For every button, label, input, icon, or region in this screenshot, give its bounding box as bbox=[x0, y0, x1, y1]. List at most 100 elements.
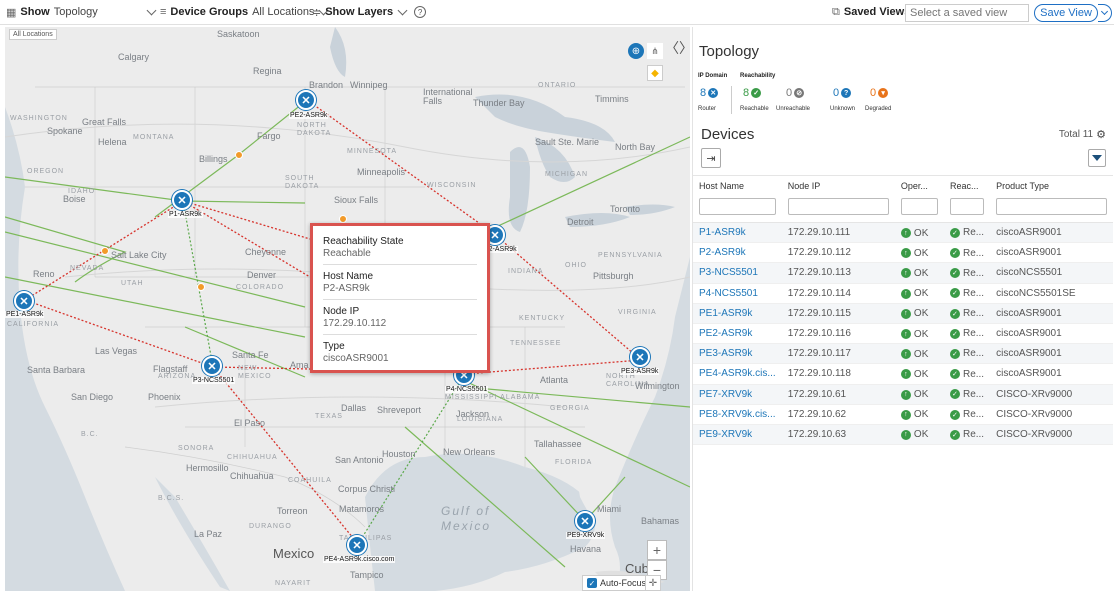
table-row[interactable]: P3-NCS5501 172.29.10.113 ↑ OK ✓ Re... ciscoNCS… bbox=[693, 262, 1113, 284]
table-row[interactable]: P4-NCS5501 172.29.10.114 ↑ OK ✓ Re... ciscoNCS… bbox=[693, 283, 1113, 304]
table-row[interactable]: PE9-XRV9k 172.29.10.63 ↑ OK ✓ Re... CISCO-XRv9… bbox=[693, 424, 1113, 446]
filter-cell bbox=[693, 195, 782, 223]
host-name-cell[interactable]: PE1-ASR9k bbox=[693, 303, 782, 324]
auto-focus-toggle[interactable]: ✓ Auto-Focus bbox=[582, 575, 652, 591]
router-node-p3[interactable]: ✕ bbox=[202, 356, 222, 376]
host-name-cell[interactable]: PE4-ASR9k.cis... bbox=[693, 363, 782, 385]
stat-unreachable[interactable]: 0 ⊘ bbox=[786, 87, 805, 99]
tooltip-type: Type ciscoASR9001 bbox=[323, 339, 477, 369]
logical-view-icon[interactable]: ⋔ bbox=[647, 43, 663, 59]
place-label: ONTARIO bbox=[538, 82, 577, 89]
table-row[interactable]: P1-ASR9k 172.29.10.111 ↑ OK ✓ Re... ciscoASR90… bbox=[693, 222, 1113, 244]
oper-filter[interactable] bbox=[900, 198, 938, 216]
list-icon: ≡ bbox=[160, 6, 167, 18]
stat-count: 8 bbox=[700, 87, 707, 99]
reach-filter[interactable] bbox=[949, 198, 985, 216]
stat-degraded[interactable]: 0 ▾ bbox=[870, 87, 889, 99]
reach-status: Re... bbox=[962, 308, 985, 320]
place-label: Ama bbox=[290, 360, 309, 370]
save-view-button[interactable]: Save View bbox=[1034, 4, 1098, 22]
table-row[interactable]: PE8-XRV9k.cis... 172.29.10.62 ↑ OK ✓ Re... CIS… bbox=[693, 404, 1113, 425]
host-name-cell[interactable]: PE3-ASR9k bbox=[693, 343, 782, 365]
arrow-up-icon: ↑ bbox=[900, 308, 911, 319]
saved-view-select[interactable] bbox=[905, 4, 1029, 22]
panel-collapse-icon[interactable]: 〈〉 bbox=[665, 38, 693, 58]
place-label: SONORA bbox=[178, 445, 215, 452]
export-button[interactable]: ⇥ bbox=[701, 148, 721, 168]
place-label: TENNESSEE bbox=[510, 340, 562, 347]
host-name-cell[interactable]: P2-ASR9k bbox=[693, 242, 782, 264]
recenter-icon[interactable]: ✛ bbox=[645, 575, 661, 591]
host-name-filter[interactable] bbox=[699, 198, 776, 216]
place-label: Great Falls bbox=[82, 117, 127, 127]
table-row[interactable]: PE2-ASR9k 172.29.10.116 ↑ OK ✓ Re... ciscoASR9… bbox=[693, 323, 1113, 345]
node-ip-cell: 172.29.10.113 bbox=[781, 262, 895, 284]
device-groups-selector[interactable]: ≡ Device Groups All Locations bbox=[160, 0, 329, 25]
router-node-pe3[interactable]: ✕ bbox=[630, 347, 650, 367]
router-node-pe4[interactable]: ✕ bbox=[347, 535, 367, 555]
question-icon: ? bbox=[841, 88, 852, 98]
tooltip-label: Node IP bbox=[323, 306, 360, 317]
check-circle-icon: ✓ bbox=[949, 248, 960, 259]
product-type-cell: ciscoASR9001 bbox=[990, 343, 1113, 365]
node-ip-filter[interactable] bbox=[787, 198, 889, 216]
link-warning-icon[interactable] bbox=[339, 215, 347, 223]
oper-cell: ↑ OK bbox=[894, 343, 944, 365]
zoom-in-button[interactable]: + bbox=[647, 540, 667, 560]
filter-cell bbox=[781, 195, 895, 223]
show-layers-selector[interactable]: ≑ Show Layers ? bbox=[312, 0, 427, 25]
table-row[interactable]: PE3-ASR9k 172.29.10.117 ↑ OK ✓ Re... ciscoASR9… bbox=[693, 343, 1113, 365]
router-node-pe1[interactable]: ✕ bbox=[14, 291, 34, 311]
reach-status: Re... bbox=[962, 247, 985, 259]
stat-unknown[interactable]: 0 ? bbox=[833, 87, 852, 99]
host-name-cell[interactable]: P4-NCS5501 bbox=[693, 283, 782, 304]
place-label: El Paso bbox=[234, 418, 266, 428]
host-name-cell[interactable]: PE2-ASR9k bbox=[693, 323, 782, 345]
geo-view-icon[interactable]: ⊕ bbox=[628, 43, 644, 59]
node-ip-cell: 172.29.10.111 bbox=[781, 222, 895, 244]
check-circle-icon: ✓ bbox=[949, 389, 960, 400]
help-icon[interactable]: ? bbox=[414, 6, 427, 18]
table-row[interactable]: P2-ASR9k 172.29.10.112 ↑ OK ✓ Re... ciscoASR90… bbox=[693, 242, 1113, 264]
host-name-cell[interactable]: P1-ASR9k bbox=[693, 222, 782, 244]
product-type-cell: ciscoASR9001 bbox=[990, 222, 1113, 244]
host-name-cell[interactable]: PE9-XRV9k bbox=[693, 424, 782, 446]
oper-cell: ↑ OK bbox=[894, 242, 944, 264]
grid-icon: ▦ bbox=[6, 6, 17, 19]
column-header[interactable]: Node IP bbox=[781, 175, 895, 196]
place-label: OHIO bbox=[565, 262, 587, 269]
stat-reachable[interactable]: 8 ✓ bbox=[743, 87, 762, 99]
column-header[interactable]: Oper... bbox=[894, 175, 944, 196]
place-label: New Orleans bbox=[443, 447, 496, 457]
router-node-p1[interactable]: ✕ bbox=[172, 190, 192, 210]
column-header[interactable]: Host Name bbox=[693, 175, 782, 196]
filter-button[interactable] bbox=[1088, 149, 1106, 167]
router-node-pe9[interactable]: ✕ bbox=[575, 511, 595, 531]
topology-map[interactable]: All Locations Saskatoon Calgary Regina B… bbox=[5, 27, 690, 591]
table-row[interactable]: PE1-ASR9k 172.29.10.115 ↑ OK ✓ Re... ciscoASR9… bbox=[693, 303, 1113, 324]
saved-views-button[interactable]: ⧉ Saved Views bbox=[832, 0, 910, 25]
table-row[interactable]: PE4-ASR9k.cis... 172.29.10.118 ↑ OK ✓ Re... ci… bbox=[693, 363, 1113, 385]
gear-icon[interactable]: ⚙ bbox=[1096, 128, 1106, 141]
table-row[interactable]: PE7-XRV9k 172.29.10.61 ↑ OK ✓ Re... CISCO-XRv9… bbox=[693, 384, 1113, 405]
oper-status: OK bbox=[913, 328, 929, 340]
link-warning-icon[interactable] bbox=[235, 151, 243, 159]
router-node-pe2[interactable]: ✕ bbox=[296, 90, 316, 110]
product-type-filter[interactable] bbox=[996, 198, 1107, 216]
column-header[interactable]: Reac... bbox=[943, 175, 991, 196]
link-warning-icon[interactable] bbox=[101, 247, 109, 255]
save-view-dropdown[interactable] bbox=[1098, 4, 1112, 22]
column-header[interactable]: Product Type bbox=[990, 175, 1113, 196]
host-name-cell[interactable]: P3-NCS5501 bbox=[693, 262, 782, 284]
place-label: Miami bbox=[597, 504, 621, 514]
place-label: B.C. bbox=[81, 431, 99, 438]
host-name-cell[interactable]: PE7-XRV9k bbox=[693, 384, 782, 405]
link-warning-icon[interactable] bbox=[197, 283, 205, 291]
show-selector[interactable]: ▦ Show Topology bbox=[6, 0, 157, 25]
host-name-cell[interactable]: PE8-XRV9k.cis... bbox=[693, 404, 782, 425]
stat-router[interactable]: 8 ✕ bbox=[700, 87, 719, 99]
map-layers-icon[interactable]: ◆ bbox=[647, 65, 663, 81]
tooltip-label: Reachability State bbox=[323, 236, 404, 247]
place-label: INDIANA bbox=[508, 268, 544, 275]
place-label: SOUTH DAKOTA bbox=[285, 175, 320, 190]
